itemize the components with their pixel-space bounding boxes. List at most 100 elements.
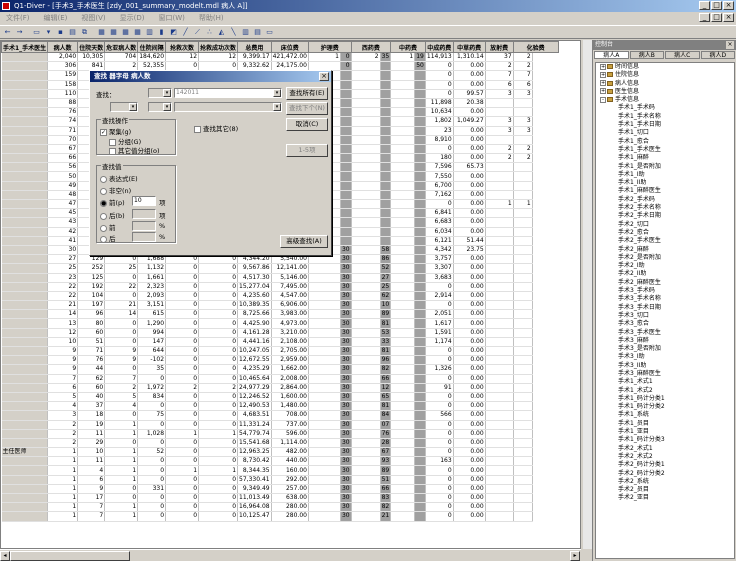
table-cell[interactable] <box>414 208 426 219</box>
table-cell[interactable] <box>513 208 533 219</box>
menu-item[interactable]: 窗口(W) <box>157 13 187 23</box>
table-cell[interactable] <box>513 300 533 311</box>
table-cell[interactable]: 6 <box>513 80 533 90</box>
table-cell[interactable] <box>414 383 426 393</box>
table-cell[interactable] <box>390 309 416 320</box>
tree-item[interactable]: 手术1_手术医生 <box>596 146 734 154</box>
table-cell[interactable] <box>1 107 49 118</box>
bottom-percent-input[interactable] <box>132 232 156 242</box>
table-cell[interactable] <box>351 309 381 320</box>
table-cell[interactable]: 5 <box>104 392 139 403</box>
table-cell[interactable]: 58 <box>380 245 392 256</box>
table-row[interactable]: 13 80 0 1,290 0 0 4,425.90 4,973.00 30 81 1,617 0.0… <box>1 318 559 329</box>
bottom-n-radio[interactable]: 后(b) <box>100 210 125 220</box>
table-cell[interactable]: 0.00 <box>453 465 486 476</box>
table-cell[interactable]: 129 <box>77 254 106 265</box>
scroll-thumb[interactable] <box>10 551 130 561</box>
table-cell[interactable]: 3 <box>485 89 514 99</box>
save-icon[interactable]: ▪ <box>55 27 66 38</box>
table-cell[interactable] <box>308 318 341 329</box>
table-cell[interactable] <box>485 328 514 338</box>
table-cell[interactable] <box>1 282 49 292</box>
table-cell[interactable] <box>390 61 416 72</box>
table-cell[interactable]: 0.00 <box>453 355 486 366</box>
table-cell[interactable]: 6 <box>77 475 106 485</box>
table-cell[interactable] <box>351 346 381 357</box>
tree-item[interactable]: 手术2_码计分类1 <box>596 461 734 469</box>
tree-item[interactable]: 手术3_是否附加 <box>596 345 734 353</box>
table-cell[interactable]: 83 <box>380 493 392 504</box>
table-cell[interactable]: 12 <box>198 52 239 63</box>
table-cell[interactable] <box>351 318 381 329</box>
tree-item[interactable]: 手术3_手术日期 <box>596 304 734 312</box>
table-cell[interactable] <box>485 337 514 348</box>
table-cell[interactable]: 0 <box>198 300 239 311</box>
find-next-button[interactable]: 查找下个(N) <box>286 102 328 115</box>
table-cell[interactable] <box>485 273 514 283</box>
table-cell[interactable] <box>308 410 341 421</box>
disabled-option-button[interactable]: 1-5项 <box>286 144 328 157</box>
tree-item[interactable]: 手术1_码计分类2 <box>596 403 734 411</box>
table-cell[interactable]: 99.57 <box>453 89 486 99</box>
table-row[interactable]: 2,040 10,305 704 184,620 12 12 9,399.17 421,472… <box>1 52 559 63</box>
table-cell[interactable]: 2,864.00 <box>271 383 309 393</box>
table-cell[interactable]: 07 <box>380 420 392 430</box>
table-cell[interactable]: 0 <box>425 401 454 412</box>
table-cell[interactable]: 3 <box>513 89 533 99</box>
table-cell[interactable]: 0 <box>104 410 139 421</box>
table-cell[interactable] <box>513 309 533 320</box>
table-cell[interactable]: 0 <box>165 300 200 311</box>
expand-icon[interactable]: + <box>600 80 606 87</box>
table-cell[interactable]: 0 <box>165 355 200 366</box>
table-cell[interactable]: 12 <box>165 52 200 63</box>
table-cell[interactable] <box>390 374 416 384</box>
table-cell[interactable]: 147 <box>137 337 167 348</box>
table-cell[interactable] <box>351 181 381 191</box>
table-cell[interactable]: 0 <box>137 465 167 476</box>
table-cell[interactable]: 19 <box>77 420 106 430</box>
tree-item[interactable]: 手术1_码计分类1 <box>596 395 734 403</box>
table-cell[interactable]: 7,162 <box>425 190 454 201</box>
table-cell[interactable] <box>485 135 514 145</box>
table-cell[interactable]: 9 <box>104 355 139 366</box>
table-cell[interactable]: 4,235.29 <box>237 364 272 375</box>
table-cell[interactable]: 566 <box>425 410 454 421</box>
table-cell[interactable]: 23.75 <box>453 245 486 256</box>
tree-item[interactable]: 手术2_码计分类2 <box>596 470 734 478</box>
close-icon[interactable]: × <box>726 41 734 49</box>
column-header[interactable]: 手术1_手术医生 <box>1 41 49 53</box>
table-cell[interactable]: 9 <box>77 484 106 495</box>
table-cell[interactable] <box>414 374 426 384</box>
table-cell[interactable]: 1 <box>198 429 239 439</box>
table-cell[interactable]: 1 <box>485 199 514 210</box>
table-cell[interactable] <box>308 337 341 348</box>
table-cell[interactable]: 0 <box>198 511 239 522</box>
table-cell[interactable]: 0 <box>165 484 200 495</box>
top-percent-radio[interactable]: 前 <box>100 222 116 232</box>
table-cell[interactable]: 0.00 <box>453 263 486 274</box>
table-cell[interactable]: 2 <box>165 383 200 393</box>
menu-item[interactable]: 显示(D) <box>118 13 147 23</box>
table-cell[interactable] <box>513 420 533 430</box>
table-cell[interactable] <box>308 429 341 439</box>
table-row[interactable]: 12 60 0 994 0 0 4,161.28 3,210.00 30 53 1,591 0.00 <box>1 328 559 338</box>
table-cell[interactable]: 48 <box>47 190 79 201</box>
tree-item[interactable]: 手术2_手术日期 <box>596 212 734 220</box>
table-cell[interactable]: 0 <box>425 282 454 292</box>
table-cell[interactable] <box>414 171 426 182</box>
table-cell[interactable] <box>485 107 514 118</box>
table-cell[interactable] <box>1 217 49 228</box>
table-cell[interactable] <box>1 126 49 136</box>
table-cell[interactable]: 1 <box>198 465 239 476</box>
table-cell[interactable]: 0 <box>104 328 139 338</box>
table-cell[interactable] <box>308 456 341 467</box>
table-cell[interactable]: 10,634 <box>425 107 454 118</box>
table-cell[interactable] <box>513 502 533 513</box>
table-cell[interactable] <box>308 383 341 393</box>
table-cell[interactable] <box>1 236 49 246</box>
table-cell[interactable] <box>513 493 533 504</box>
table-cell[interactable]: 0.00 <box>453 511 486 522</box>
table-cell[interactable]: 0 <box>198 447 239 458</box>
advanced-find-button[interactable]: 高级查找(A) <box>280 235 328 248</box>
table-cell[interactable]: 421,472.00 <box>271 52 309 63</box>
